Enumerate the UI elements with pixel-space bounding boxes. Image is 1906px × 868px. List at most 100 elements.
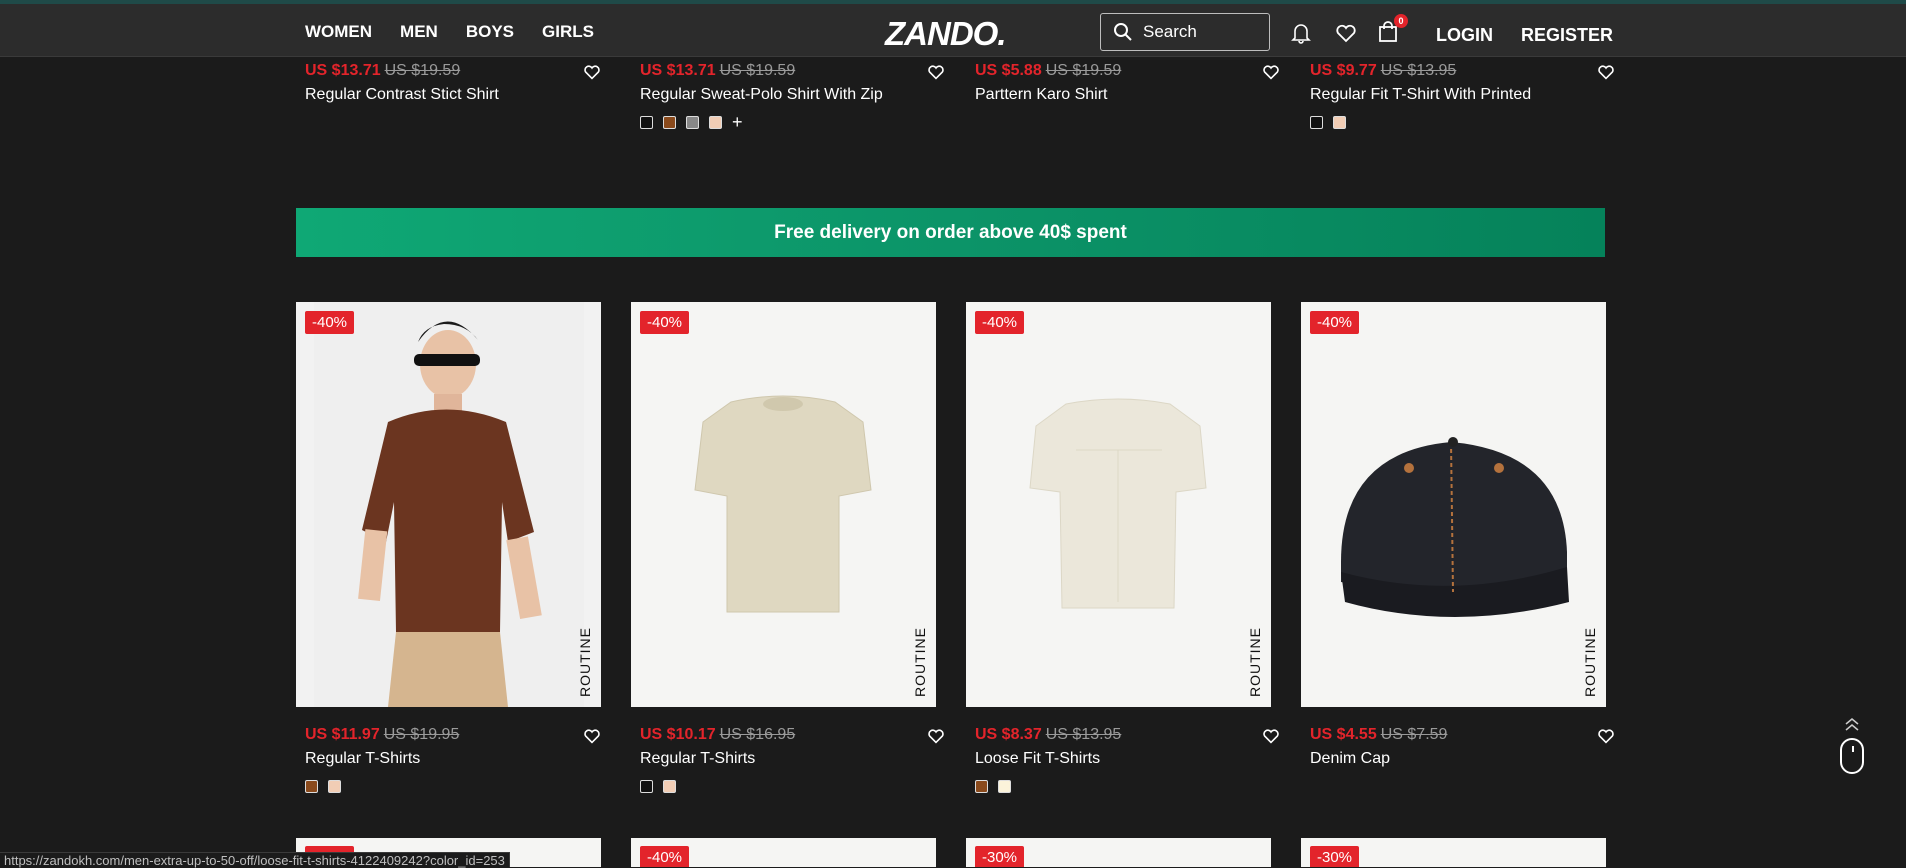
- search-placeholder: Search: [1143, 22, 1197, 41]
- sale-price: US $8.37: [975, 726, 1042, 743]
- product-name[interactable]: Regular T-Shirts: [640, 750, 945, 768]
- original-price: US $13.95: [1045, 726, 1122, 743]
- color-swatch-brown[interactable]: [975, 780, 988, 793]
- product-name[interactable]: Loose Fit T-Shirts: [975, 750, 1280, 768]
- cart-count-badge: 0: [1394, 14, 1408, 28]
- more-colors-plus-icon[interactable]: +: [732, 113, 743, 131]
- product-name[interactable]: Regular Contrast Stict Shirt: [305, 86, 610, 104]
- product-name[interactable]: Regular T-Shirts: [305, 750, 610, 768]
- free-delivery-banner[interactable]: Free delivery on order above 40$ spent: [296, 208, 1605, 257]
- product-name[interactable]: Regular Sweat-Polo Shirt With Zip: [640, 86, 945, 104]
- discount-badge: -30%: [975, 846, 1025, 867]
- color-swatch-beige[interactable]: [328, 780, 341, 793]
- product-image-1[interactable]: -40% ROUTINE: [296, 302, 601, 707]
- product-name[interactable]: Parttern Karo Shirt: [975, 86, 1280, 104]
- sale-price: US $10.17: [640, 726, 716, 743]
- original-price: US $19.95: [383, 726, 460, 743]
- discount-badge: -40%: [1310, 311, 1360, 334]
- product-name[interactable]: Denim Cap: [1310, 750, 1615, 768]
- site-logo[interactable]: ZANDO.: [885, 15, 1006, 53]
- product-card-top-3[interactable]: US $5.88 US $19.59 Parttern Karo Shirt: [975, 62, 1280, 104]
- color-swatches: [975, 780, 1280, 793]
- sale-price: US $13.71: [305, 62, 381, 79]
- product-image-3[interactable]: -40% ROUTINE: [966, 302, 1271, 707]
- heart-icon[interactable]: [1597, 64, 1615, 80]
- original-price: US $19.59: [1045, 62, 1122, 79]
- original-price: US $16.95: [719, 726, 796, 743]
- heart-icon[interactable]: [1262, 728, 1280, 744]
- color-swatch-beige[interactable]: [663, 780, 676, 793]
- color-swatch-brown[interactable]: [305, 780, 318, 793]
- product-card-top-2[interactable]: US $13.71 US $19.59 Regular Sweat-Polo Sh…: [640, 62, 945, 131]
- nav-girls[interactable]: GIRLS: [542, 22, 594, 42]
- heart-icon[interactable]: [1597, 728, 1615, 744]
- color-swatch-brown[interactable]: [663, 116, 676, 129]
- brand-label: ROUTINE: [912, 627, 928, 697]
- color-swatch-black[interactable]: [640, 116, 653, 129]
- product-image-next-2[interactable]: -40%: [631, 838, 936, 867]
- nav-boys[interactable]: BOYS: [466, 22, 514, 42]
- scroll-up-chevron-icon[interactable]: [1838, 716, 1866, 734]
- price-line: US $13.71 US $19.59: [305, 62, 610, 80]
- product-card-3[interactable]: US $8.37 US $13.95 Loose Fit T-Shirts: [975, 726, 1280, 793]
- sale-price: US $5.88: [975, 62, 1042, 79]
- search-icon: [1114, 23, 1132, 41]
- price-line: US $10.17 US $16.95: [640, 726, 945, 744]
- heart-icon[interactable]: [583, 728, 601, 744]
- wishlist-heart-icon[interactable]: [1335, 23, 1357, 43]
- register-link[interactable]: REGISTER: [1521, 25, 1613, 46]
- site-header: WOMEN MEN BOYS GIRLS ZANDO. Search 0 LOG…: [0, 4, 1906, 57]
- scroll-to-top-mouse-icon[interactable]: [1840, 738, 1864, 774]
- sale-price: US $11.97: [305, 726, 380, 743]
- color-swatch-black[interactable]: [1310, 116, 1323, 129]
- color-swatch-gray[interactable]: [686, 116, 699, 129]
- color-swatch-cream[interactable]: [998, 780, 1011, 793]
- product-name[interactable]: Regular Fit T-Shirt With Printed: [1310, 86, 1615, 104]
- login-link[interactable]: LOGIN: [1436, 25, 1493, 46]
- product-image-next-4[interactable]: -30%: [1301, 838, 1606, 867]
- color-swatches: [1310, 116, 1615, 129]
- heart-icon[interactable]: [583, 64, 601, 80]
- sale-price: US $4.55: [1310, 726, 1377, 743]
- product-image-2[interactable]: -40% ROUTINE: [631, 302, 936, 707]
- heart-icon[interactable]: [1262, 64, 1280, 80]
- sale-price: US $9.77: [1310, 62, 1377, 79]
- cream-tshirt-image: [1029, 398, 1207, 609]
- price-line: US $4.55 US $7.59: [1310, 726, 1615, 744]
- product-card-2[interactable]: US $10.17 US $16.95 Regular T-Shirts: [640, 726, 945, 793]
- color-swatches: [640, 780, 945, 793]
- product-card-top-4[interactable]: US $9.77 US $13.95 Regular Fit T-Shirt Wi…: [1310, 62, 1615, 129]
- product-image-4[interactable]: -40% ROUTINE: [1301, 302, 1606, 707]
- brand-label: ROUTINE: [1247, 627, 1263, 697]
- color-swatch-beige[interactable]: [1333, 116, 1346, 129]
- price-line: US $13.71 US $19.59: [640, 62, 945, 80]
- color-swatch-black[interactable]: [640, 780, 653, 793]
- discount-badge: -40%: [640, 846, 690, 867]
- model-brown-tshirt-image: [314, 302, 584, 707]
- discount-badge: -40%: [640, 311, 690, 334]
- color-swatches: +: [640, 113, 945, 131]
- product-card-1[interactable]: US $11.97 US $19.95 Regular T-Shirts: [305, 726, 610, 793]
- heart-icon[interactable]: [927, 64, 945, 80]
- product-image-next-3[interactable]: -30%: [966, 838, 1271, 867]
- brand-label: ROUTINE: [1582, 627, 1598, 697]
- beige-tshirt-image: [694, 395, 872, 613]
- sale-price: US $13.71: [640, 62, 716, 79]
- product-card-top-1[interactable]: US $13.71 US $19.59 Regular Contrast Stic…: [305, 62, 610, 104]
- bell-icon[interactable]: [1291, 22, 1311, 44]
- main-nav: WOMEN MEN BOYS GIRLS: [305, 22, 622, 42]
- nav-men[interactable]: MEN: [400, 22, 438, 42]
- price-line: US $9.77 US $13.95: [1310, 62, 1615, 80]
- price-line: US $5.88 US $19.59: [975, 62, 1280, 80]
- nav-women[interactable]: WOMEN: [305, 22, 372, 42]
- brand-label: ROUTINE: [577, 627, 593, 697]
- search-box[interactable]: Search: [1100, 13, 1270, 51]
- discount-badge: -40%: [305, 311, 355, 334]
- product-card-4[interactable]: US $4.55 US $7.59 Denim Cap: [1310, 726, 1615, 768]
- link-status-bar: https://zandokh.com/men-extra-up-to-50-o…: [0, 852, 510, 868]
- color-swatch-beige[interactable]: [709, 116, 722, 129]
- color-swatches: [305, 780, 610, 793]
- price-line: US $8.37 US $13.95: [975, 726, 1280, 744]
- original-price: US $19.59: [719, 62, 796, 79]
- heart-icon[interactable]: [927, 728, 945, 744]
